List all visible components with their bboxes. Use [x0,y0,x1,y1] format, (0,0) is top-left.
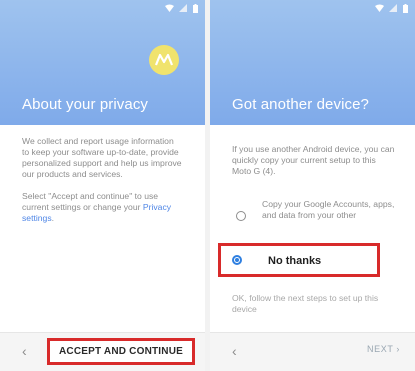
page-title: Got another device? [232,96,369,113]
radio-selected[interactable] [232,255,242,265]
radio-unselected[interactable] [236,211,246,221]
no-thanks-label: No thanks [268,255,322,267]
status-bar [165,2,201,14]
page-title: About your privacy [22,96,149,113]
wifi-icon [375,4,384,12]
header-hero: Got another device? [210,0,415,125]
header-hero: About your privacy [0,0,205,125]
battery-icon [193,4,201,13]
privacy-instructions-text: Select "Accept and continue" to use curr… [22,191,159,212]
motorola-logo [149,45,179,75]
option-no-thanks[interactable]: No thanks [218,243,380,277]
bottom-navigation: ‹ ACCEPT AND CONTINUE [0,332,205,371]
accept-and-continue-button[interactable]: ACCEPT AND CONTINUE [47,338,195,365]
chevron-left-icon: ‹ [232,343,237,359]
device-copy-screen: Got another device? If you use another A… [210,0,415,371]
setup-footer-text: OK, follow the next steps to set up this… [232,293,379,314]
next-button[interactable]: NEXT › [367,344,400,354]
privacy-description: We collect and report usage information … [22,136,182,179]
back-button[interactable]: ‹ [22,343,27,359]
signal-icon [179,4,187,12]
battery-icon [403,4,411,13]
option-copy-from-device[interactable]: Copy your Google Accounts, apps, and dat… [210,199,415,233]
privacy-screen: About your privacy We collect and report… [0,0,205,371]
accept-button-label: ACCEPT AND CONTINUE [59,346,183,357]
privacy-instructions-end: . [51,213,55,223]
option-copy-label: Copy your Google Accounts, apps, and dat… [262,199,395,220]
chevron-right-icon: › [396,344,400,354]
privacy-instructions: Select "Accept and continue" to use curr… [22,191,182,224]
status-bar [375,2,411,14]
bottom-navigation: ‹ NEXT › [210,332,415,371]
back-button[interactable]: ‹ [232,343,237,359]
next-button-label: NEXT [367,344,394,354]
wifi-icon [165,4,174,12]
chevron-left-icon: ‹ [22,343,27,359]
signal-icon [389,4,397,12]
device-copy-intro: If you use another Android device, you c… [232,144,395,176]
